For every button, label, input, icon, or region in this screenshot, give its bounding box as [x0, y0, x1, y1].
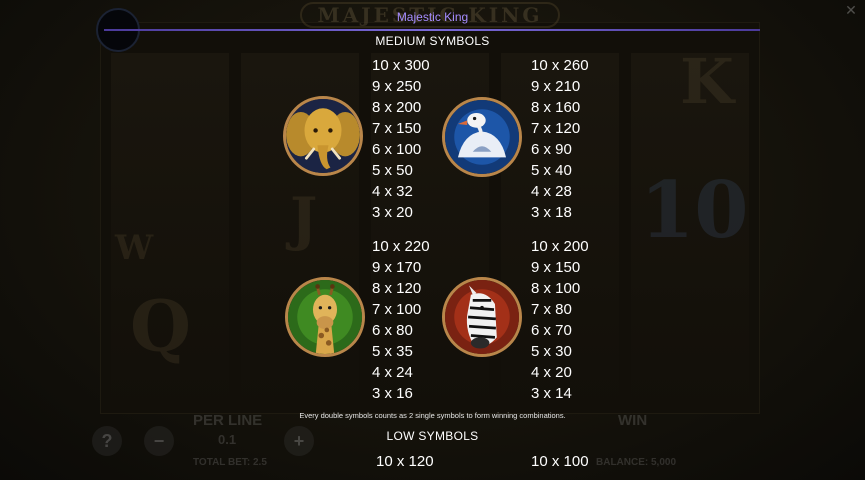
- double-symbol-note: Every double symbols counts as 2 single …: [299, 411, 566, 420]
- payout-row: 8 x 160: [531, 99, 581, 116]
- payout-row: 4 x 28: [531, 183, 572, 200]
- payout-row: 4 x 32: [372, 183, 413, 200]
- payout-row: 6 x 80: [372, 322, 413, 339]
- elephant-icon: [283, 96, 363, 176]
- giraffe-icon: [285, 277, 365, 357]
- k-symbol-ghost: K: [680, 45, 734, 118]
- payout-row: 7 x 100: [372, 301, 422, 318]
- giraffe-payouts: 10 x 220 9 x 170 8 x 120 7 x 100 6 x 80 …: [372, 236, 430, 404]
- balance: BALANCE: 5,000: [596, 457, 677, 468]
- payout-row: 5 x 30: [531, 343, 572, 360]
- vulture-icon: [442, 97, 522, 177]
- payout-row: 3 x 18: [531, 204, 572, 221]
- payout-row: 3 x 16: [372, 385, 413, 402]
- payout-row: 6 x 90: [531, 141, 572, 158]
- header-divider: [104, 29, 760, 31]
- payout-row: 10 x 200: [531, 238, 589, 255]
- wild-symbol-ghost: W: [115, 228, 154, 268]
- payout-row: 9 x 250: [372, 78, 422, 95]
- payout-row: 10 x 220: [372, 238, 430, 255]
- paytable-title: Majestic King: [396, 10, 469, 24]
- payout-row: 8 x 120: [372, 280, 422, 297]
- payout-row: 6 x 100: [372, 141, 422, 158]
- payout-row: 10 x 260: [531, 57, 589, 74]
- payout-row: 9 x 150: [531, 259, 581, 276]
- vulture-payouts: 10 x 260 9 x 210 8 x 160 7 x 120 6 x 90 …: [531, 55, 589, 223]
- payout-row: 4 x 20: [531, 364, 572, 381]
- payout-row: 7 x 120: [531, 120, 581, 137]
- payout-row: 5 x 50: [372, 162, 413, 179]
- payout-row: 7 x 80: [531, 301, 572, 318]
- payout-row: 5 x 40: [531, 162, 572, 179]
- total-bet: TOTAL BET: 2.5: [193, 457, 267, 468]
- payout-row: 3 x 20: [372, 204, 413, 221]
- payout-row: 8 x 200: [372, 99, 422, 116]
- low-symbols-heading: LOW SYMBOLS: [386, 429, 479, 443]
- payout-row: 10 x 300: [372, 57, 430, 74]
- payout-row: 5 x 35: [372, 343, 413, 360]
- payout-row: 9 x 170: [372, 259, 422, 276]
- ten-symbol-ghost: 10: [640, 165, 749, 256]
- zebra-payouts: 10 x 200 9 x 150 8 x 100 7 x 80 6 x 70 5…: [531, 236, 589, 404]
- payout-row: 9 x 210: [531, 78, 581, 95]
- zebra-icon: [442, 277, 522, 357]
- payout-row: 10 x 120: [376, 453, 434, 470]
- game-background: W J Q K 10 MAJESTIC KING ✕ ? − + PER LIN…: [0, 0, 865, 480]
- elephant-payouts: 10 x 300 9 x 250 8 x 200 7 x 150 6 x 100…: [372, 55, 430, 223]
- payout-row: 8 x 100: [531, 280, 581, 297]
- low-symbol-1-payouts: 10 x 120: [376, 451, 434, 472]
- payout-row: 7 x 150: [372, 120, 422, 137]
- payout-row: 4 x 24: [372, 364, 413, 381]
- payout-row: 10 x 100: [531, 453, 589, 470]
- payout-row: 6 x 70: [531, 322, 572, 339]
- medium-symbols-heading: MEDIUM SYMBOLS: [375, 34, 490, 48]
- j-symbol-ghost: J: [290, 185, 318, 253]
- low-symbol-2-payouts: 10 x 100: [531, 451, 589, 472]
- payout-row: 3 x 14: [531, 385, 572, 402]
- q-symbol-ghost: Q: [130, 285, 191, 368]
